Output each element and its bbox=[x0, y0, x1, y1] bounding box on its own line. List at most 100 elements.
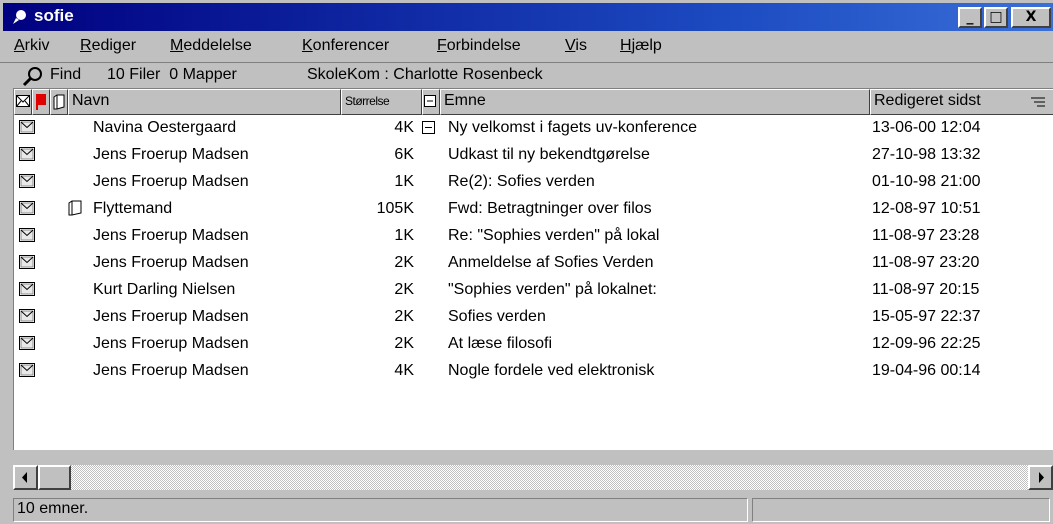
sender-name: Kurt Darling Nielsen bbox=[93, 281, 236, 298]
envelope-icon bbox=[19, 336, 35, 350]
envelope-icon bbox=[16, 95, 30, 107]
edited-date: 12-08-97 10:51 bbox=[872, 200, 981, 217]
message-size: 1K bbox=[394, 227, 414, 244]
sender-name: Jens Froerup Madsen bbox=[93, 335, 249, 352]
status-panel bbox=[752, 498, 1050, 522]
location-bar: Find 10 Filer 0 Mapper SkoleKom : Charlo… bbox=[0, 62, 1053, 88]
menu-hjaelp[interactable]: Hjælp bbox=[620, 37, 662, 55]
column-header-flag[interactable] bbox=[32, 89, 50, 115]
message-row[interactable]: Kurt Darling Nielsen 2K "Sophies verden" p… bbox=[14, 277, 1053, 304]
flag-icon bbox=[36, 94, 46, 110]
column-header-edited[interactable]: Redigeret sidst bbox=[870, 89, 1053, 115]
scroll-track[interactable] bbox=[71, 465, 1028, 490]
sender-name: Jens Froerup Madsen bbox=[93, 173, 249, 190]
column-header-name[interactable]: Navn bbox=[68, 89, 341, 115]
status-text: 10 emner. bbox=[13, 498, 748, 522]
sender-name: Jens Froerup Madsen bbox=[93, 362, 249, 379]
message-size: 4K bbox=[394, 362, 414, 379]
sender-name: Jens Froerup Madsen bbox=[93, 146, 249, 163]
menu-meddelelse[interactable]: Meddelelse bbox=[170, 37, 252, 55]
maximize-button[interactable]: □ bbox=[984, 7, 1008, 28]
title-bar[interactable]: sofie _ □ X bbox=[3, 3, 1053, 31]
sender-name: Jens Froerup Madsen bbox=[93, 254, 249, 271]
find-button[interactable]: Find bbox=[50, 66, 81, 84]
message-row[interactable]: Jens Froerup Madsen 1K Re(2): Sofies verde… bbox=[14, 169, 1053, 196]
message-subject: Fwd: Betragtninger over filos bbox=[448, 200, 652, 217]
message-row[interactable]: Jens Froerup Madsen 2K Anmeldelse af Sofie… bbox=[14, 250, 1053, 277]
menu-arkiv[interactable]: Arkiv bbox=[14, 37, 50, 55]
envelope-icon bbox=[19, 120, 35, 134]
close-icon: X bbox=[1025, 9, 1037, 25]
window-title: sofie bbox=[34, 6, 74, 25]
column-header-size[interactable]: Størrelse bbox=[341, 89, 422, 115]
message-size: 2K bbox=[394, 308, 414, 325]
attachment-icon bbox=[53, 94, 65, 110]
envelope-icon bbox=[19, 201, 35, 215]
message-list: Navn Størrelse Emne Redigeret sidst Navi… bbox=[13, 88, 1053, 450]
column-header-edited-label: Redigeret sidst bbox=[874, 92, 981, 109]
menu-konferencer[interactable]: Konferencer bbox=[302, 37, 389, 55]
sort-icon bbox=[1031, 97, 1045, 107]
edited-date: 27-10-98 13:32 bbox=[872, 146, 981, 163]
message-row[interactable]: Jens Froerup Madsen 2K At læse filosofi 12-… bbox=[14, 331, 1053, 358]
message-size: 2K bbox=[394, 335, 414, 352]
menu-forbindelse[interactable]: Forbindelse bbox=[437, 37, 521, 55]
attachment-icon bbox=[68, 200, 82, 216]
column-header-attachment[interactable] bbox=[50, 89, 68, 115]
list-header: Navn Størrelse Emne Redigeret sidst bbox=[14, 89, 1053, 115]
collapse-thread-icon[interactable] bbox=[422, 121, 435, 134]
collapse-box-icon bbox=[424, 95, 436, 107]
arrow-left-icon bbox=[22, 472, 27, 483]
scroll-left-button[interactable] bbox=[13, 465, 38, 490]
message-subject: Udkast til ny bekendtgørelse bbox=[448, 146, 650, 163]
column-header-thread[interactable] bbox=[422, 89, 440, 115]
edited-date: 11-08-97 20:15 bbox=[872, 281, 980, 298]
app-icon bbox=[13, 10, 26, 24]
file-counts: 10 Filer 0 Mapper bbox=[107, 66, 237, 83]
message-size: 2K bbox=[394, 281, 414, 298]
envelope-icon bbox=[19, 147, 35, 161]
message-row[interactable]: Navina Oestergaard 4K Ny velkomst i fagets… bbox=[14, 115, 1053, 142]
sender-name: Jens Froerup Madsen bbox=[93, 308, 249, 325]
message-subject: Sofies verden bbox=[448, 308, 546, 325]
message-subject: "Sophies verden" på lokalnet: bbox=[448, 281, 657, 298]
minimize-button[interactable]: _ bbox=[958, 7, 982, 28]
edited-date: 01-10-98 21:00 bbox=[872, 173, 981, 190]
column-header-read[interactable] bbox=[14, 89, 32, 115]
edited-date: 12-09-96 22:25 bbox=[872, 335, 981, 352]
arrow-right-icon bbox=[1039, 472, 1044, 483]
menu-vis[interactable]: Vis bbox=[565, 37, 587, 55]
message-size: 6K bbox=[394, 146, 414, 163]
envelope-icon bbox=[19, 309, 35, 323]
envelope-icon bbox=[19, 282, 35, 296]
menu-bar: Arkiv Rediger Meddelelse Konferencer For… bbox=[0, 33, 1053, 59]
edited-date: 11-08-97 23:28 bbox=[872, 227, 980, 244]
horizontal-scrollbar[interactable] bbox=[13, 465, 1053, 490]
envelope-icon bbox=[19, 228, 35, 242]
message-subject: Nogle fordele ved elektronisk bbox=[448, 362, 655, 379]
message-row[interactable]: Jens Froerup Madsen 4K Nogle fordele ved e… bbox=[14, 358, 1053, 385]
sender-name: Jens Froerup Madsen bbox=[93, 227, 249, 244]
edited-date: 15-05-97 22:37 bbox=[872, 308, 981, 325]
envelope-icon bbox=[19, 174, 35, 188]
magnifier-icon[interactable] bbox=[22, 66, 44, 88]
sender-name: Flyttemand bbox=[93, 200, 173, 217]
message-row[interactable]: Jens Froerup Madsen 6K Udkast til ny beken… bbox=[14, 142, 1053, 169]
message-subject: Anmeldelse af Sofies Verden bbox=[448, 254, 654, 271]
message-rows: Navina Oestergaard 4K Ny velkomst i fagets… bbox=[14, 115, 1053, 385]
scroll-right-button[interactable] bbox=[1028, 465, 1053, 490]
edited-date: 19-04-96 00:14 bbox=[872, 362, 981, 379]
close-button[interactable]: X bbox=[1011, 7, 1051, 28]
message-row[interactable]: Flyttemand 105K Fwd: Betragtninger over fi… bbox=[14, 196, 1053, 223]
message-subject: Re: "Sophies verden" på lokal bbox=[448, 227, 660, 244]
column-header-subject[interactable]: Emne bbox=[440, 89, 870, 115]
scroll-thumb[interactable] bbox=[38, 465, 71, 490]
edited-date: 13-06-00 12:04 bbox=[872, 119, 981, 136]
main-window: sofie _ □ X Arkiv Rediger Meddelelse Kon… bbox=[0, 0, 1053, 524]
menu-rediger[interactable]: Rediger bbox=[80, 37, 136, 55]
message-row[interactable]: Jens Froerup Madsen 2K Sofies verden 15-05-… bbox=[14, 304, 1053, 331]
message-subject: Re(2): Sofies verden bbox=[448, 173, 595, 190]
envelope-icon bbox=[19, 255, 35, 269]
message-row[interactable]: Jens Froerup Madsen 1K Re: "Sophies verden… bbox=[14, 223, 1053, 250]
location-path: SkoleKom : Charlotte Rosenbeck bbox=[307, 66, 543, 83]
